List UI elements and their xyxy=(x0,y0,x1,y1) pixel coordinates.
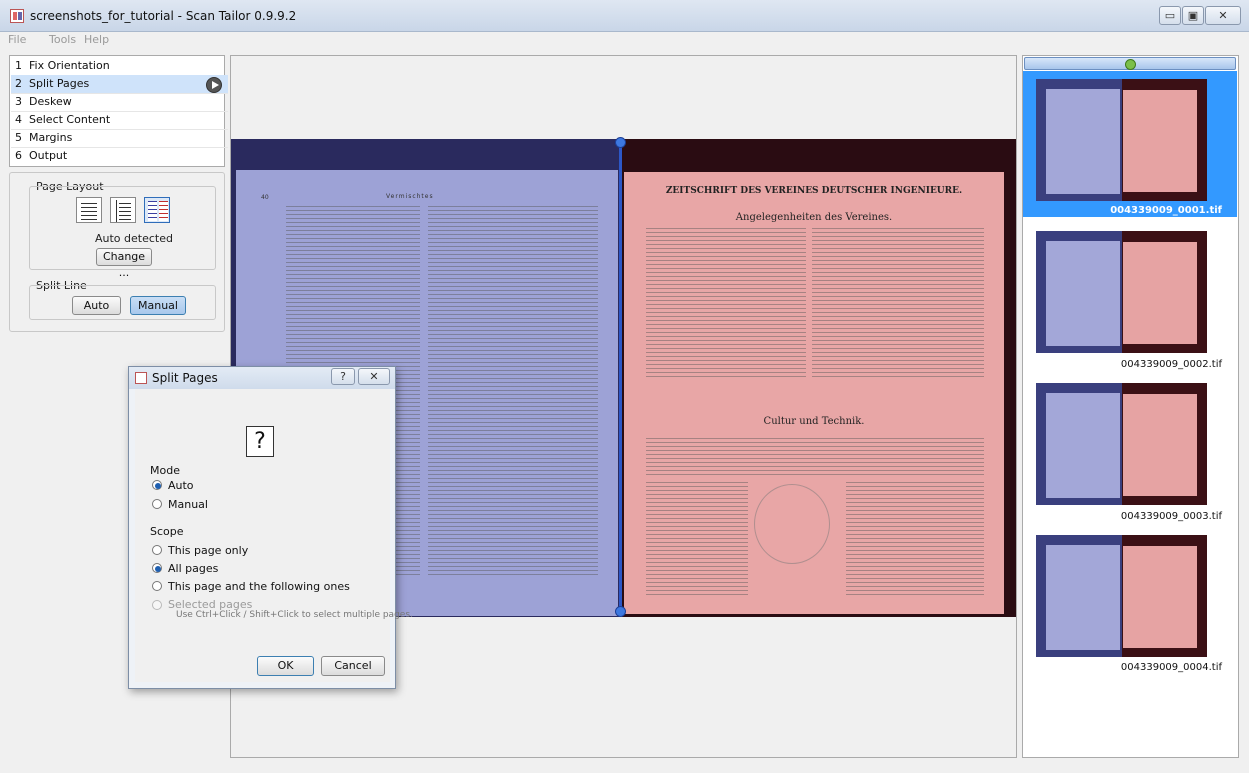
stage-number: 6 xyxy=(15,149,22,162)
section-heading-vereines: Angelegenheiten des Vereines. xyxy=(735,212,893,223)
stage-label: Fix Orientation xyxy=(29,59,110,72)
dialog-help-button[interactable]: ? xyxy=(331,368,355,385)
app-logo-icon xyxy=(10,9,24,23)
stage-label: Select Content xyxy=(29,113,111,126)
right-page-paper: ZEITSCHRIFT DES VEREINES DEUTSCHER INGEN… xyxy=(624,172,1004,614)
split-line-top-handle[interactable] xyxy=(615,137,626,148)
stage-split-pages[interactable]: 2 Split Pages xyxy=(11,75,228,94)
maximize-button[interactable]: ▣ xyxy=(1182,6,1204,25)
stage-label: Split Pages xyxy=(29,77,90,90)
stage-select-content[interactable]: 4 Select Content xyxy=(11,111,228,130)
stage-number: 1 xyxy=(15,59,22,72)
scope-this-page-radio[interactable] xyxy=(152,545,162,555)
stage-output[interactable]: 6 Output xyxy=(11,147,228,165)
stages-list: 1 Fix Orientation 2 Split Pages 3 Deskew… xyxy=(9,55,228,167)
split-auto-button[interactable]: Auto xyxy=(72,296,121,315)
layout-preview-icon: ? xyxy=(246,426,274,457)
scope-following-radio[interactable] xyxy=(152,581,162,591)
two-pages-layout-icon[interactable] xyxy=(144,197,170,223)
left-page-number: 40 xyxy=(261,194,269,201)
single-page-cut-layout-icon[interactable] xyxy=(110,197,136,223)
menu-file[interactable]: File xyxy=(8,33,26,46)
thumbnail-page-4[interactable] xyxy=(1036,535,1207,657)
change-layout-button[interactable]: Change ... xyxy=(96,248,152,279)
stage-number: 4 xyxy=(15,113,22,126)
thumbnail-page-2[interactable] xyxy=(1036,231,1207,353)
mode-auto-label[interactable]: Auto xyxy=(168,479,194,492)
split-line-group xyxy=(29,285,216,320)
stage-number: 3 xyxy=(15,95,22,108)
thumbnail-label-4: 004339009_0004.tif xyxy=(1120,662,1222,673)
thumbnail-label-1: 004339009_0001.tif xyxy=(1110,205,1222,216)
dialog-title: Split Pages xyxy=(152,371,218,385)
mode-manual-label[interactable]: Manual xyxy=(168,498,208,511)
mode-label: Mode xyxy=(150,464,180,477)
layout-status-text: Auto detected xyxy=(95,232,173,245)
menu-help[interactable]: Help xyxy=(84,33,109,46)
mode-auto-radio[interactable] xyxy=(152,480,162,490)
stage-number: 2 xyxy=(15,77,22,90)
menu-bar xyxy=(0,32,1249,50)
thumbnail-scroll-button[interactable] xyxy=(1024,57,1236,70)
journal-title: ZEITSCHRIFT DES VEREINES DEUTSCHER INGEN… xyxy=(665,186,963,196)
close-window-button[interactable]: ✕ xyxy=(1205,6,1241,25)
split-manual-button[interactable]: Manual xyxy=(130,296,186,315)
thumbnail-page-1[interactable] xyxy=(1036,79,1207,201)
scope-label: Scope xyxy=(150,525,184,538)
thumbnail-page-3[interactable] xyxy=(1036,383,1207,505)
mode-manual-radio[interactable] xyxy=(152,499,162,509)
stage-number: 5 xyxy=(15,131,22,144)
status-bar xyxy=(0,760,1249,773)
split-line-bottom-handle[interactable] xyxy=(615,606,626,617)
stage-margins[interactable]: 5 Margins xyxy=(11,129,228,148)
scope-all-pages-label[interactable]: All pages xyxy=(168,562,218,575)
stage-fix-orientation[interactable]: 1 Fix Orientation xyxy=(11,57,228,76)
scope-this-page-label[interactable]: This page only xyxy=(168,544,248,557)
cancel-button[interactable]: Cancel xyxy=(321,656,385,676)
scope-following-label[interactable]: This page and the following ones xyxy=(168,580,350,593)
stage-label: Deskew xyxy=(29,95,72,108)
split-line[interactable] xyxy=(619,139,622,617)
minimize-button[interactable]: ▭ xyxy=(1159,6,1181,25)
scope-all-pages-radio[interactable] xyxy=(152,563,162,573)
left-page-header: Vermischtes xyxy=(386,193,434,200)
scope-selected-radio[interactable] xyxy=(152,600,162,610)
stage-deskew[interactable]: 3 Deskew xyxy=(11,93,228,112)
single-page-layout-icon[interactable] xyxy=(76,197,102,223)
thumbnail-label-3: 004339009_0003.tif xyxy=(1120,511,1222,522)
stage-label: Output xyxy=(29,149,68,162)
section-heading-cultur: Cultur und Technik. xyxy=(763,416,865,427)
play-batch-icon[interactable] xyxy=(206,77,222,93)
scope-hint-text: Use Ctrl+Click / Shift+Click to select m… xyxy=(176,610,413,620)
menu-tools[interactable]: Tools xyxy=(49,33,76,46)
dialog-app-icon xyxy=(135,372,147,384)
thumbnail-label-2: 004339009_0002.tif xyxy=(1120,359,1222,370)
ok-button[interactable]: OK xyxy=(257,656,314,676)
stage-label: Margins xyxy=(29,131,73,144)
dialog-close-button[interactable]: ✕ xyxy=(358,368,390,385)
navigate-current-icon xyxy=(1125,59,1136,70)
window-title: screenshots_for_tutorial - Scan Tailor 0… xyxy=(30,9,297,23)
machine-illustration xyxy=(754,484,830,564)
